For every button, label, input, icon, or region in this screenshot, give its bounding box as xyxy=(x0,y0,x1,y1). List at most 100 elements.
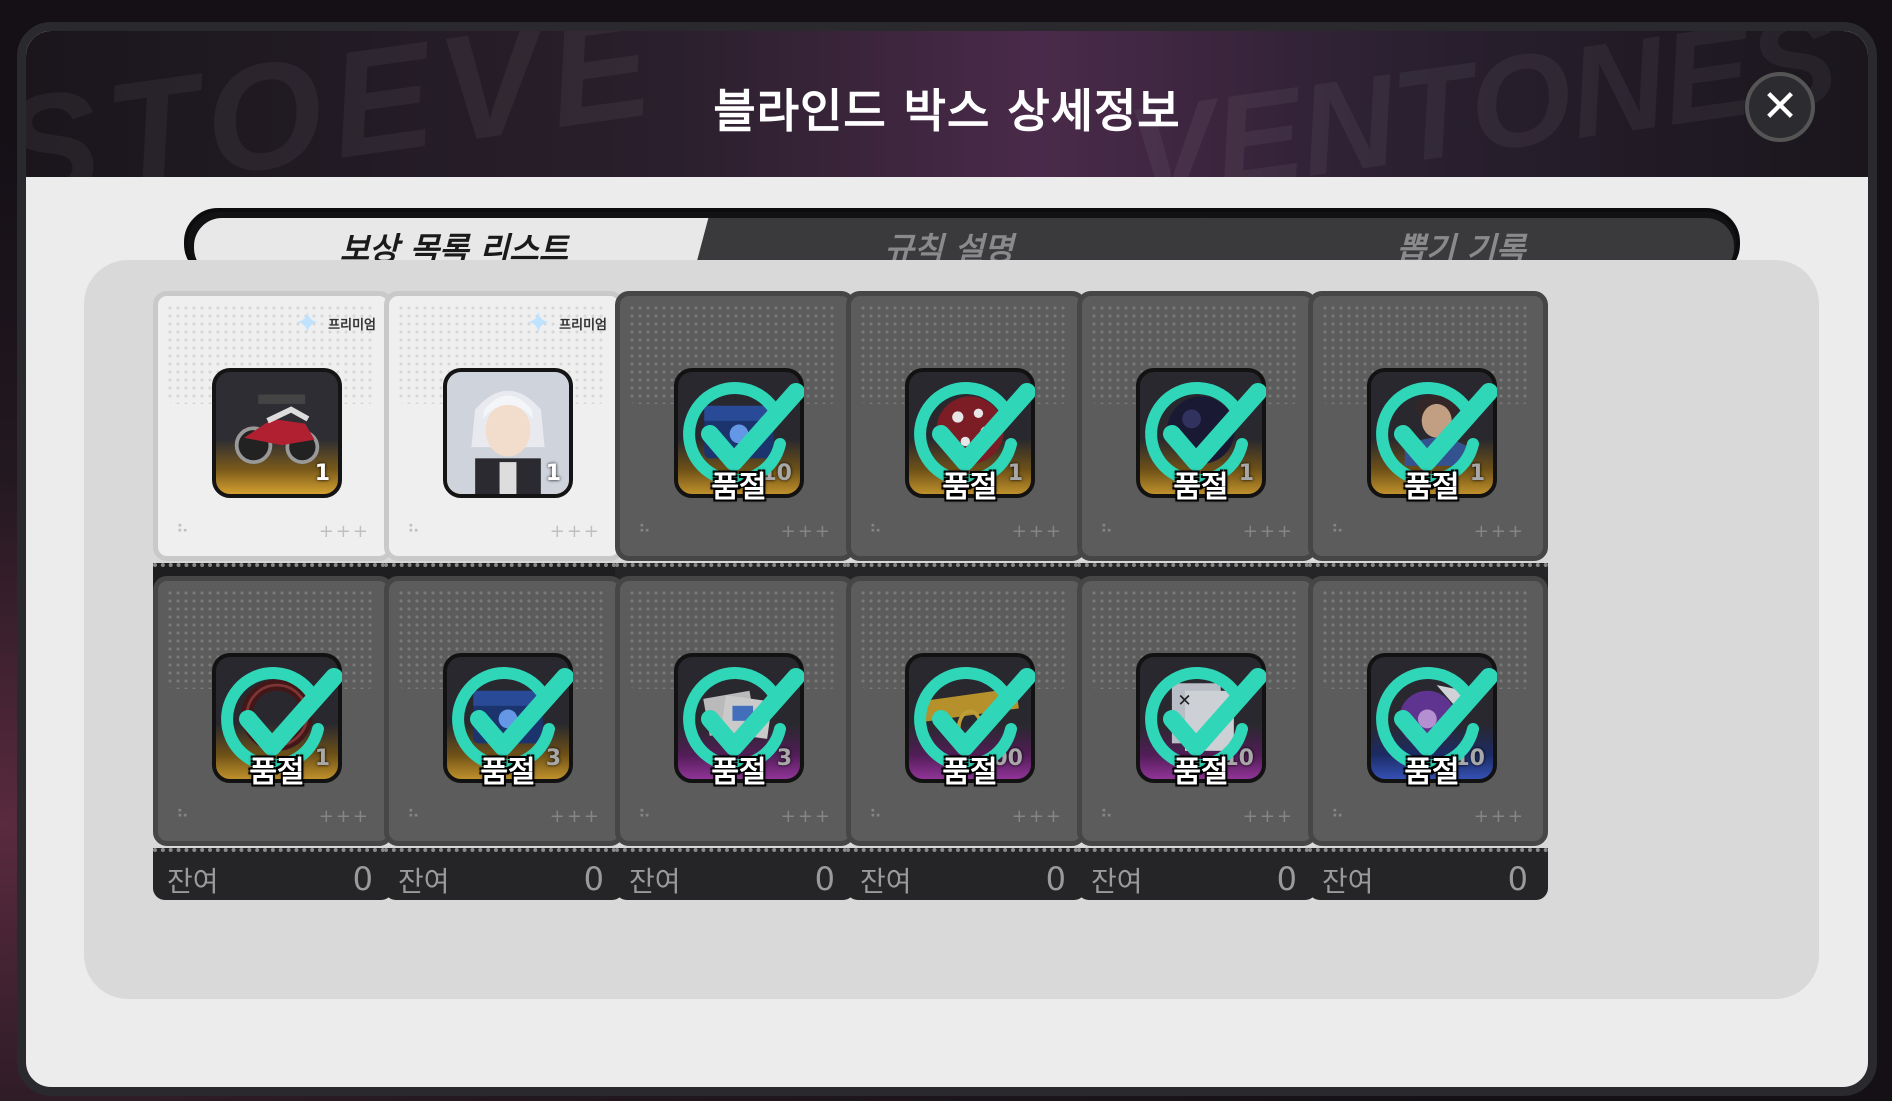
remaining-label: 잔여 xyxy=(398,865,450,898)
blind-box-dialog: STOEVE VENTONES 블라인드 박스 상세정보 ✕ 보상 목록 리스트… xyxy=(17,22,1877,1096)
reward-card-frame: ⠦ +++ 3 품절 xyxy=(615,576,855,846)
remaining-count: 0 xyxy=(814,860,835,898)
reward-card-frame: ⠦ +++ 3 품절 xyxy=(384,576,624,846)
sold-out-check-icon: 품절 xyxy=(1367,653,1498,790)
corner-dots-icon: ⠦ xyxy=(638,517,652,538)
corner-dots-icon: ⠦ xyxy=(176,802,190,823)
premium-badge: 프리미엄 xyxy=(559,318,607,333)
remaining-label: 잔여 xyxy=(629,865,681,898)
corner-plus-icon: +++ xyxy=(318,521,370,542)
reward-card-frame: ⠦ +++ ✕ 10 품절 xyxy=(1077,576,1317,846)
sold-out-check-icon: 품절 xyxy=(1136,653,1267,790)
reward-card[interactable]: ⠦ +++ 3 품절 잔여 0 xyxy=(615,576,855,900)
remaining-label: 잔여 xyxy=(860,865,912,898)
reward-card[interactable]: ⠦ +++ ✕ 10 품절 잔여 0 xyxy=(1077,576,1317,900)
reward-card-frame: ⠦ +++ 1 품절 xyxy=(1308,291,1548,561)
close-icon: ✕ xyxy=(1761,81,1799,132)
corner-plus-icon: +++ xyxy=(780,806,832,827)
sold-out-check-icon: 품절 xyxy=(1136,368,1267,505)
reward-card[interactable]: ⠦+++✦프리미엄1잔여1 xyxy=(384,291,624,615)
corner-plus-icon: +++ xyxy=(549,521,601,542)
reward-grid-panel: ⠦+++✦프리미엄1잔여1⠦+++✦프리미엄1잔여1⠦+++10품절잔여0⠦++… xyxy=(84,260,1819,999)
remaining-count: 0 xyxy=(583,860,604,898)
reward-card[interactable]: ⠦+++10품절잔여0 xyxy=(615,291,855,615)
sold-out-check-icon: 품절 xyxy=(674,653,805,790)
remaining-label: 잔여 xyxy=(1091,865,1143,898)
sparkle-icon: ✦ xyxy=(294,306,320,341)
remaining-bar: 잔여 0 xyxy=(615,848,855,900)
corner-dots-icon: ⠦ xyxy=(1331,802,1345,823)
reward-card-frame: ⠦ +++ 1 품절 xyxy=(846,291,1086,561)
reward-card[interactable]: ⠦+++1품절잔여0 xyxy=(1077,291,1317,615)
remaining-count: 0 xyxy=(1045,860,1066,898)
sold-out-check-icon: 품절 xyxy=(905,653,1036,790)
reward-card[interactable]: ⠦+++✦프리미엄1잔여1 xyxy=(153,291,393,615)
sold-out-label: 품절 xyxy=(711,755,767,790)
reward-card[interactable]: ⠦+++1품절잔여0 xyxy=(153,576,393,900)
corner-plus-icon: +++ xyxy=(1242,806,1294,827)
sold-out-check-icon: 품절 xyxy=(674,368,805,505)
remaining-label: 잔여 xyxy=(1322,865,1374,898)
reward-card-frame: ⠦ +++ 10 품절 xyxy=(1308,576,1548,846)
close-button[interactable]: ✕ xyxy=(1745,72,1815,142)
sold-out-label: 품절 xyxy=(1404,470,1460,505)
sold-out-label: 품절 xyxy=(942,470,998,505)
sold-out-label: 품절 xyxy=(480,755,536,790)
corner-dots-icon: ⠦ xyxy=(638,802,652,823)
corner-dots-icon: ⠦ xyxy=(869,802,883,823)
reward-card[interactable]: ⠦+++10품절잔여0 xyxy=(1308,576,1548,900)
reward-card-frame: ⠦ +++ ✦ 프리미엄 1 xyxy=(384,291,624,561)
corner-plus-icon: +++ xyxy=(318,806,370,827)
sold-out-label: 품절 xyxy=(1173,755,1229,790)
dialog-title: 블라인드 박스 상세정보 xyxy=(713,84,1181,138)
sold-out-check-icon: 품절 xyxy=(443,653,574,790)
sold-out-check-icon: 품절 xyxy=(212,653,343,790)
remaining-count: 0 xyxy=(1507,860,1528,898)
remaining-bar: 잔여 0 xyxy=(153,848,393,900)
remaining-label: 잔여 xyxy=(167,865,219,898)
sold-out-check-icon: 품절 xyxy=(1367,368,1498,505)
remaining-bar: 잔여 0 xyxy=(1077,848,1317,900)
sold-out-label: 품절 xyxy=(1173,470,1229,505)
dialog-header: STOEVE VENTONES 블라인드 박스 상세정보 ✕ xyxy=(26,31,1868,177)
corner-plus-icon: +++ xyxy=(1011,806,1063,827)
reward-card-frame: ⠦ +++ 1 품절 xyxy=(153,576,393,846)
motorcycle-icon: 1 xyxy=(212,368,342,498)
remaining-bar: 잔여 0 xyxy=(1308,848,1548,900)
corner-dots-icon: ⠦ xyxy=(1331,517,1345,538)
corner-dots-icon: ⠦ xyxy=(1100,802,1114,823)
reward-card[interactable]: ⠦ +++ 00 품절 잔여 0 xyxy=(846,576,1086,900)
sold-out-label: 품절 xyxy=(249,755,305,790)
reward-card-frame: ⠦ +++ ✦ 프리미엄 1 xyxy=(153,291,393,561)
corner-plus-icon: +++ xyxy=(549,806,601,827)
reward-card[interactable]: ⠦+++1품절잔여0 xyxy=(846,291,1086,615)
corner-plus-icon: +++ xyxy=(1242,521,1294,542)
premium-badge: 프리미엄 xyxy=(328,318,376,333)
corner-plus-icon: +++ xyxy=(1011,521,1063,542)
corner-dots-icon: ⠦ xyxy=(176,517,190,538)
sold-out-label: 품절 xyxy=(1404,755,1460,790)
white-hair-character-icon: 1 xyxy=(443,368,573,498)
corner-dots-icon: ⠦ xyxy=(407,802,421,823)
corner-dots-icon: ⠦ xyxy=(869,517,883,538)
corner-dots-icon: ⠦ xyxy=(407,517,421,538)
remaining-bar: 잔여 0 xyxy=(384,848,624,900)
remaining-count: 0 xyxy=(1276,860,1297,898)
sold-out-label: 품절 xyxy=(711,470,767,505)
sold-out-label: 품절 xyxy=(942,755,998,790)
sold-out-check-icon: 품절 xyxy=(905,368,1036,505)
corner-dots-icon: ⠦ xyxy=(1100,517,1114,538)
sparkle-icon: ✦ xyxy=(525,306,551,341)
item-quantity: 1 xyxy=(545,461,561,486)
remaining-bar: 잔여 0 xyxy=(846,848,1086,900)
reward-card-frame: ⠦ +++ 1 품절 xyxy=(1077,291,1317,561)
corner-plus-icon: +++ xyxy=(1473,521,1525,542)
corner-plus-icon: +++ xyxy=(780,521,832,542)
item-quantity: 1 xyxy=(314,461,330,486)
reward-card[interactable]: ⠦+++1품절잔여0 xyxy=(1308,291,1548,615)
reward-card-frame: ⠦ +++ 10 품절 xyxy=(615,291,855,561)
reward-card-frame: ⠦ +++ 00 품절 xyxy=(846,576,1086,846)
remaining-count: 0 xyxy=(352,860,373,898)
corner-plus-icon: +++ xyxy=(1473,806,1525,827)
reward-card[interactable]: ⠦ +++ 3 품절 잔여 0 xyxy=(384,576,624,900)
